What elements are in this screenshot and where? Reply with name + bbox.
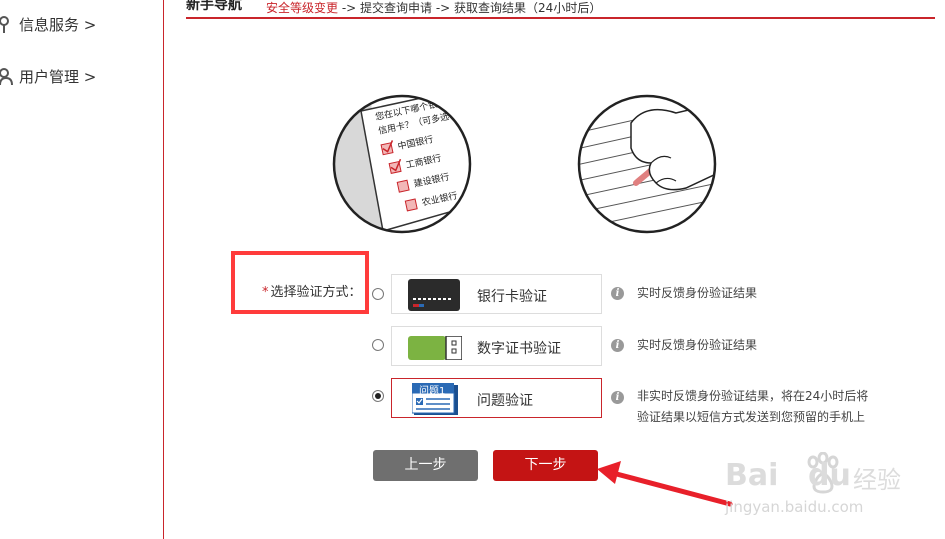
radio-digital-certificate[interactable] bbox=[372, 339, 384, 351]
bank-card-icon bbox=[408, 279, 460, 315]
watermark-brand-du: du bbox=[808, 458, 851, 493]
baidu-jingyan-watermark: Bai du 经验 jingyan.baidu.com bbox=[725, 452, 901, 522]
pin-icon bbox=[0, 15, 14, 34]
guide-step-active: 安全等级变更 bbox=[266, 1, 339, 15]
digital-certificate-icon bbox=[408, 335, 463, 364]
info-line: 实时反馈身份验证结果 bbox=[637, 338, 758, 352]
info-icon: i bbox=[611, 391, 624, 404]
sidebar-item-label: 信息服务 > bbox=[19, 16, 97, 34]
sidebar-item-label: 用户管理 > bbox=[19, 68, 97, 86]
info-text: 实时反馈身份验证结果 bbox=[637, 283, 757, 304]
checklist-illustration: 您在以下哪个银 信用卡？（可多选 中国银行 工商银行 建设银行 农业银行 bbox=[331, 93, 473, 239]
watermark-brand-bai: Bai bbox=[725, 458, 779, 493]
verify-method-label: * 选择验证方式： bbox=[262, 281, 362, 300]
annotation-arrow-icon bbox=[597, 461, 733, 507]
prev-step-button[interactable]: 上一步 bbox=[373, 450, 478, 481]
guide-header: 新手导航 安全等级变更 -> 提交查询申请 -> 获取查询结果（24小时后） bbox=[186, 0, 935, 19]
guide-step-rest: -> 提交查询申请 -> 获取查询结果（24小时后） bbox=[338, 1, 602, 15]
sidebar-item-info-services[interactable]: 信息服务 > bbox=[0, 14, 96, 35]
option-digital-certificate[interactable]: 数字证书验证 bbox=[391, 326, 602, 366]
option-label: 银行卡验证 bbox=[477, 289, 547, 305]
next-step-button[interactable]: 下一步 bbox=[493, 450, 598, 481]
info-line: 非实时反馈身份验证结果，将在24小时后将 bbox=[637, 389, 869, 403]
guide-steps: 安全等级变更 -> 提交查询申请 -> 获取查询结果（24小时后） bbox=[266, 0, 601, 16]
writing-hand-illustration bbox=[576, 93, 718, 239]
sidebar-item-user-management[interactable]: 用户管理 > bbox=[0, 66, 96, 87]
info-line: 实时反馈身份验证结果 bbox=[637, 286, 758, 300]
watermark-url: jingyan.baidu.com bbox=[725, 498, 864, 516]
option-label: 数字证书验证 bbox=[477, 341, 561, 357]
question-card-text: 问题1 bbox=[419, 386, 446, 397]
info-text: 实时反馈身份验证结果 bbox=[637, 335, 757, 356]
watermark-brand-cn: 经验 bbox=[853, 466, 901, 494]
radio-bank-card[interactable] bbox=[372, 288, 384, 300]
option-label: 问题验证 bbox=[477, 393, 533, 409]
question-card-icon: 问题1 bbox=[412, 383, 458, 415]
info-line: 验证结果以短信方式发送到您预留的手机上 bbox=[637, 410, 866, 424]
option-question[interactable]: 问题1 问题验证 bbox=[391, 378, 602, 418]
page-title: 新手导航 bbox=[186, 0, 242, 13]
info-text: 非实时反馈身份验证结果，将在24小时后将 验证结果以短信方式发送到您预留的手机上 bbox=[637, 386, 868, 428]
info-icon: i bbox=[611, 339, 624, 352]
info-icon: i bbox=[611, 287, 624, 300]
verify-method-label-text: 选择验证方式： bbox=[270, 285, 362, 300]
required-mark: * bbox=[262, 285, 269, 300]
option-bank-card[interactable]: 银行卡验证 bbox=[391, 274, 602, 314]
radio-question[interactable] bbox=[372, 390, 384, 402]
sidebar: 信息服务 > 用户管理 > bbox=[0, 0, 164, 539]
user-icon bbox=[0, 67, 14, 86]
